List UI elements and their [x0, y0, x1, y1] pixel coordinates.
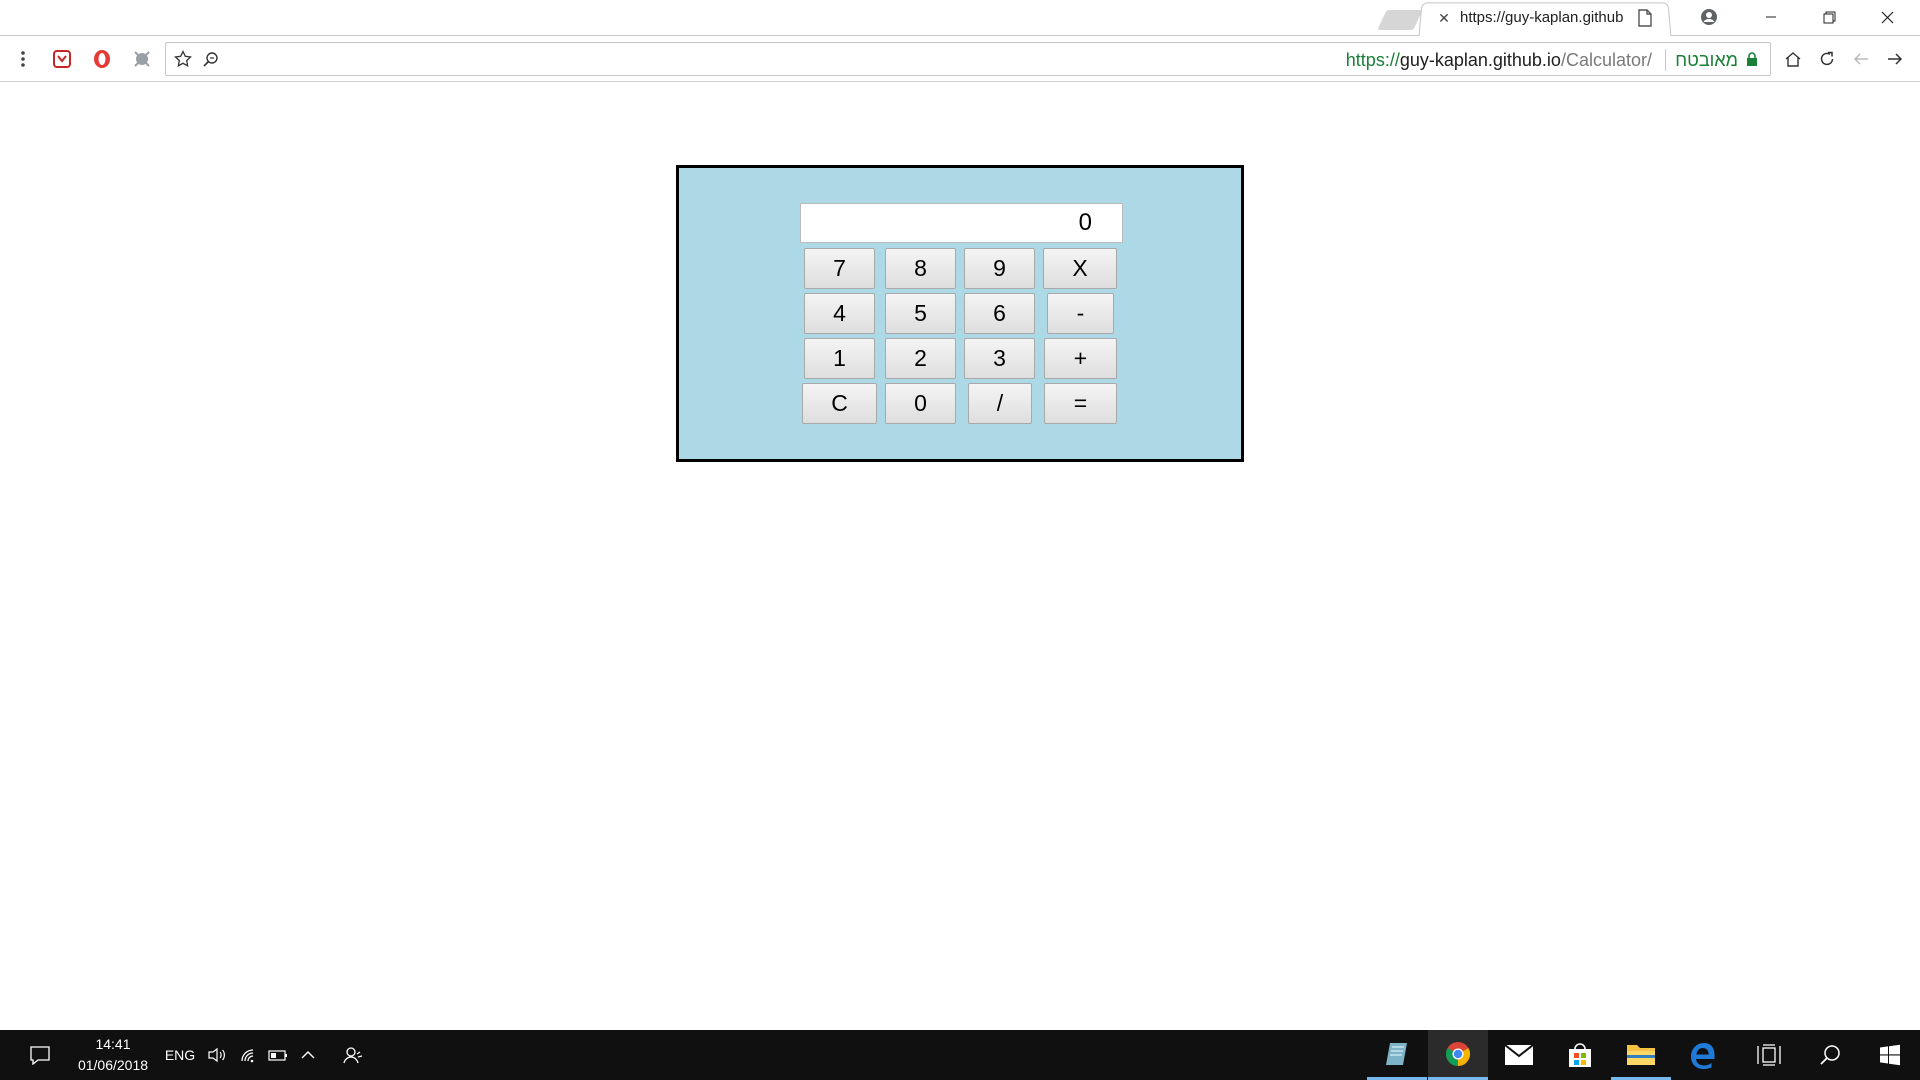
windows-taskbar: 14:41 01/06/2018 ENG	[0, 1030, 1920, 1080]
clock-time: 14:41	[95, 1036, 131, 1052]
taskbar-chrome-icon[interactable]	[1428, 1030, 1488, 1080]
calculator-panel: 0 7 8 9 X 4 5 6 - 1 2 3 + C 0 / =	[676, 165, 1244, 462]
new-tab-button[interactable]	[1377, 10, 1423, 30]
puzzle-extension-icon[interactable]	[129, 46, 155, 72]
address-bar[interactable]: https://guy-kaplan.github.io/Calculator/…	[165, 42, 1771, 76]
bookmark-star-icon[interactable]	[170, 46, 196, 72]
key-7[interactable]: 7	[804, 248, 875, 289]
key-8[interactable]: 8	[885, 248, 956, 289]
profile-icon[interactable]	[1698, 6, 1720, 28]
windows-start-icon[interactable]	[1860, 1030, 1920, 1080]
close-window-button[interactable]	[1858, 0, 1916, 34]
language-indicator[interactable]: ENG	[163, 1045, 197, 1065]
key-6[interactable]: 6	[964, 293, 1035, 334]
key-divide[interactable]: /	[968, 383, 1032, 424]
task-view-icon[interactable]	[1739, 1030, 1799, 1080]
calculator-display: 0	[800, 203, 1123, 243]
key-equals[interactable]: =	[1044, 383, 1117, 424]
search-icon[interactable]	[1800, 1030, 1860, 1080]
taskbar-notes-app-icon[interactable]	[1367, 1030, 1427, 1080]
zoom-icon[interactable]	[198, 46, 224, 72]
opera-extension-icon[interactable]	[89, 46, 115, 72]
key-clear[interactable]: C	[802, 383, 877, 424]
reload-icon[interactable]	[1814, 46, 1840, 72]
back-icon[interactable]	[1848, 46, 1874, 72]
key-5[interactable]: 5	[885, 293, 956, 334]
taskbar-clock[interactable]: 14:41 01/06/2018	[68, 1034, 158, 1076]
action-center-icon[interactable]	[22, 1030, 58, 1080]
browser-title-bar: ✕ https://guy-kaplan.github	[0, 0, 1920, 38]
close-tab-icon[interactable]: ✕	[1436, 9, 1452, 27]
taskbar-edge-icon[interactable]	[1672, 1030, 1732, 1080]
people-icon[interactable]	[342, 1045, 364, 1065]
taskbar-file-explorer-icon[interactable]	[1611, 1030, 1671, 1080]
key-4[interactable]: 4	[804, 293, 875, 334]
key-multiply[interactable]: X	[1043, 248, 1117, 289]
tab-title[interactable]: https://guy-kaplan.github	[1460, 9, 1628, 27]
key-0[interactable]: 0	[885, 383, 956, 424]
menu-icon[interactable]	[10, 46, 36, 72]
forward-icon[interactable]	[1882, 46, 1908, 72]
volume-icon[interactable]	[206, 1045, 228, 1065]
extension-shield-icon[interactable]	[49, 46, 75, 72]
minimize-button[interactable]	[1742, 0, 1800, 34]
browser-toolbar: https://guy-kaplan.github.io/Calculator/…	[0, 36, 1920, 82]
key-add[interactable]: +	[1044, 338, 1117, 379]
wifi-icon[interactable]	[238, 1045, 260, 1065]
key-3[interactable]: 3	[964, 338, 1035, 379]
show-hidden-icons-chevron-icon[interactable]	[297, 1045, 319, 1065]
key-1[interactable]: 1	[804, 338, 875, 379]
url-text[interactable]: https://guy-kaplan.github.io/Calculator/	[1346, 49, 1652, 71]
taskbar-store-icon[interactable]	[1550, 1030, 1610, 1080]
battery-icon[interactable]	[267, 1045, 289, 1065]
clock-date: 01/06/2018	[77, 1057, 149, 1073]
lock-icon[interactable]	[1746, 52, 1760, 68]
page-icon	[1638, 9, 1654, 27]
key-2[interactable]: 2	[885, 338, 956, 379]
key-9[interactable]: 9	[964, 248, 1035, 289]
url-separator	[1665, 49, 1666, 71]
home-icon[interactable]	[1780, 46, 1806, 72]
taskbar-mail-icon[interactable]	[1489, 1030, 1549, 1080]
restore-button[interactable]	[1800, 0, 1858, 34]
key-subtract[interactable]: -	[1047, 293, 1114, 334]
secure-label[interactable]: מאובטח	[1675, 49, 1738, 71]
